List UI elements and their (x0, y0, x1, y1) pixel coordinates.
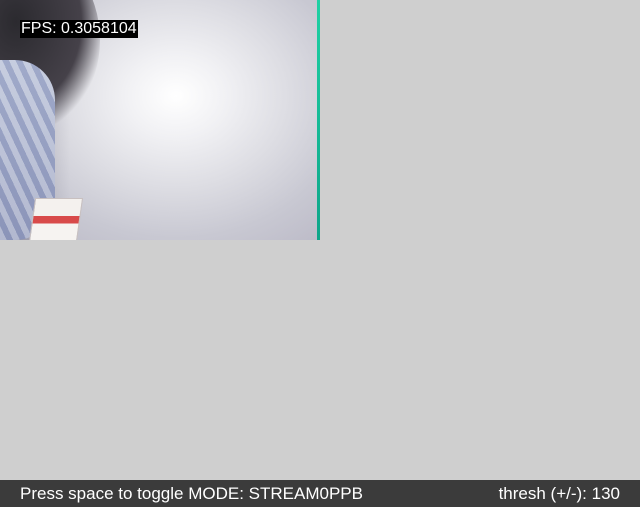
fps-readout: FPS: 0.3058104 (20, 20, 138, 38)
camera-preview: FPS: 0.3058104 (0, 0, 320, 240)
box-object (28, 198, 84, 240)
status-bar: Press space to toggle MODE: STREAM0PPB t… (0, 480, 640, 507)
preview-right-edge (317, 0, 320, 240)
app-window: FPS: 0.3058104 Press space to toggle MOD… (0, 0, 640, 507)
mode-toggle-hint: Press space to toggle MODE: STREAM0PPB (20, 484, 363, 503)
threshold-readout: thresh (+/-): 130 (498, 484, 620, 503)
